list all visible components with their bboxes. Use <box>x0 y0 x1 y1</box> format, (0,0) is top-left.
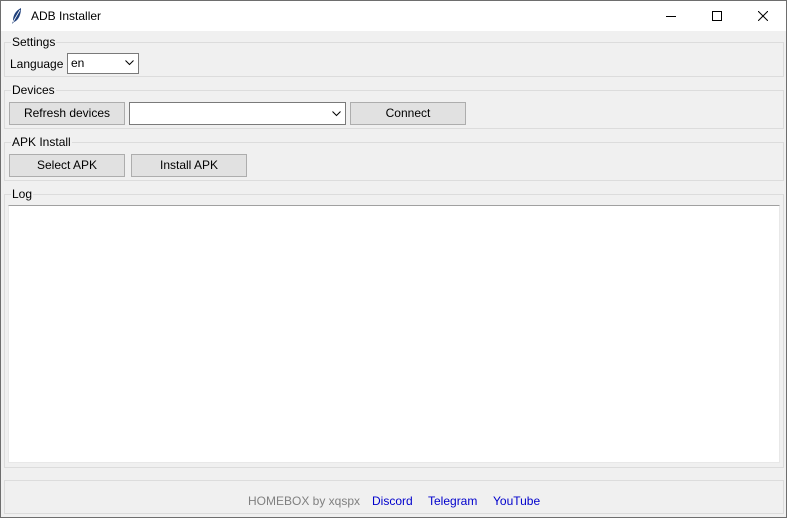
footer-credit: HOMEBOX by xqspx <box>248 494 361 508</box>
connect-button[interactable]: Connect <box>350 102 466 125</box>
select-apk-button[interactable]: Select APK <box>9 154 125 177</box>
devices-group-label: Devices <box>11 83 56 97</box>
maximize-icon <box>712 11 722 21</box>
log-textarea[interactable] <box>8 205 780 463</box>
device-select[interactable] <box>129 102 346 125</box>
discord-link[interactable]: Discord <box>372 494 413 508</box>
language-select[interactable]: en <box>67 53 139 74</box>
close-icon <box>758 11 768 21</box>
refresh-devices-button[interactable]: Refresh devices <box>9 102 125 125</box>
chevron-down-icon <box>125 60 134 66</box>
close-button[interactable] <box>740 1 786 31</box>
youtube-link[interactable]: YouTube <box>493 494 540 508</box>
maximize-button[interactable] <box>694 1 740 31</box>
feather-icon <box>9 7 25 25</box>
apk-group-label: APK Install <box>11 135 72 149</box>
language-label: Language <box>10 57 64 71</box>
settings-group-label: Settings <box>11 35 57 49</box>
title-bar[interactable]: ADB Installer <box>1 1 786 31</box>
chevron-down-icon <box>332 111 341 117</box>
app-window: ADB Installer Settings Language en Devic… <box>0 0 787 518</box>
language-value: en <box>71 56 85 70</box>
window-title: ADB Installer <box>31 9 102 23</box>
install-apk-button[interactable]: Install APK <box>131 154 247 177</box>
telegram-link[interactable]: Telegram <box>428 494 477 508</box>
log-group-label: Log <box>11 187 34 201</box>
minimize-icon <box>666 16 676 17</box>
minimize-button[interactable] <box>648 1 694 31</box>
